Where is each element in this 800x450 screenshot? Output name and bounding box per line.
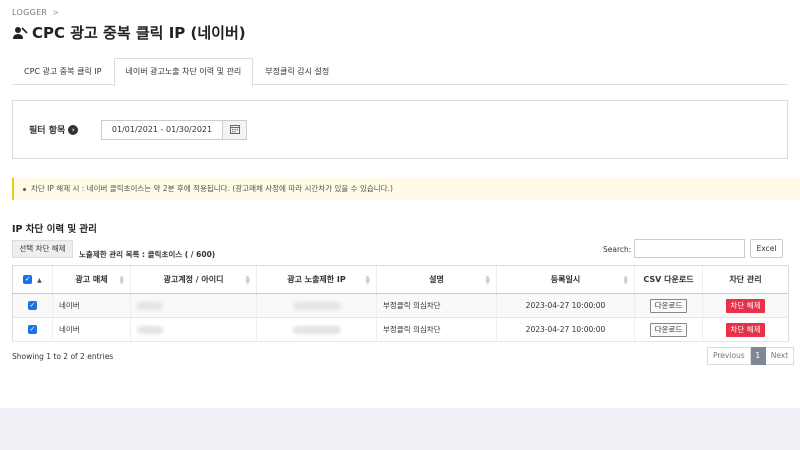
col-account-label: 광고계정 / 아이디 <box>163 275 224 284</box>
previous-page-button[interactable]: Previous <box>707 347 751 365</box>
col-media-label: 광고 매체 <box>75 275 108 284</box>
unblock-button[interactable]: 차단 해제 <box>725 298 766 313</box>
select-all-checkbox[interactable]: ✓ <box>23 275 33 284</box>
filter-label-text: 필터 항목 <box>29 126 66 136</box>
date-range-input[interactable]: 01/01/2021 - 01/30/2021 <box>101 120 222 140</box>
next-page-button[interactable]: Next <box>765 347 795 365</box>
ip-cell <box>256 293 377 318</box>
search-label: Search: <box>603 245 632 254</box>
filter-label: 필터 항목 › <box>29 123 79 136</box>
sort-icon: ▲ ▼ <box>485 274 490 286</box>
redacted-ip <box>292 302 341 310</box>
row-select-cell: ✓ <box>12 293 53 318</box>
select-all-header[interactable]: ✓ ▲ <box>12 265 53 294</box>
search-input[interactable] <box>634 239 745 258</box>
ip-cell <box>256 317 377 342</box>
account-cell <box>130 317 257 342</box>
redacted-account <box>137 302 163 310</box>
table-header-row: ✓ ▲ 광고 매체 ▲ ▼ 광고계정 / 아이디 ▲ ▼ 광고 노출제한 IP ▲ ▼ 설명… <box>12 265 789 294</box>
page-1-button[interactable]: 1 <box>750 347 766 365</box>
col-ip[interactable]: 광고 노출제한 IP ▲ ▼ <box>256 265 377 294</box>
download-cell: 다운로드 <box>634 293 703 318</box>
bullet-icon <box>23 187 26 191</box>
page-footer-area <box>0 408 800 450</box>
section-title: IP 차단 이력 및 관리 <box>12 224 97 235</box>
row-checkbox[interactable]: ✓ <box>28 301 37 311</box>
filter-panel: 필터 항목 › 01/01/2021 - 01/30/2021 <box>12 100 788 159</box>
col-description[interactable]: 설명 ▲ ▼ <box>376 265 497 294</box>
media-cell: 네이버 <box>52 317 131 342</box>
col-csv-download[interactable]: CSV 다운로드 <box>634 265 703 294</box>
calendar-icon <box>229 124 240 136</box>
col-registered[interactable]: 등록일시 ▲ ▼ <box>496 265 635 294</box>
col-media[interactable]: 광고 매체 ▲ ▼ <box>52 265 131 294</box>
col-block-manage-label: 차단 관리 <box>729 275 762 284</box>
excel-button[interactable]: Excel <box>750 239 783 258</box>
account-cell <box>130 293 257 318</box>
notice-banner: 차단 IP 해제 시 : 네이버 클릭초이스는 약 2분 후에 적용됩니다. (… <box>12 178 800 200</box>
col-registered-label: 등록일시 <box>550 275 581 284</box>
csv-download-button[interactable]: 다운로드 <box>649 322 688 337</box>
row-checkbox[interactable]: ✓ <box>28 325 37 335</box>
sort-icon: ▲ ▼ <box>245 274 250 286</box>
redacted-account <box>137 326 163 334</box>
unblock-cell: 차단 해제 <box>702 317 789 342</box>
unblock-button[interactable]: 차단 해제 <box>725 322 766 337</box>
table-row: ✓ 네이버 부정클릭 의심차단 2023-04-27 10:00:00 다운로드… <box>12 317 789 342</box>
release-selected-button[interactable]: 선택 차단 해제 <box>12 240 73 258</box>
sort-icon: ▲ ▼ <box>623 274 628 286</box>
col-ip-label: 광고 노출제한 IP <box>287 275 346 284</box>
entries-info: Showing 1 to 2 of 2 entries <box>12 352 114 361</box>
page: LOGGER > CPC 광고 중복 클릭 IP (네이버) CPC 광고 중복 … <box>0 0 800 450</box>
download-cell: 다운로드 <box>634 317 703 342</box>
tab-bar: CPC 광고 중복 클릭 IP 네이버 광고노출 차단 이력 및 관리 부정클릭… <box>12 58 788 86</box>
sort-icon: ▲ ▼ <box>365 274 370 286</box>
description-cell: 부정클릭 의심차단 <box>376 293 497 318</box>
sort-asc-icon: ▲ <box>37 277 42 284</box>
list-info: 노출제한 관리 목록 : 클릭초이스 ( / 600) <box>79 250 216 259</box>
page-title: CPC 광고 중복 클릭 IP (네이버) <box>12 22 246 43</box>
table-row: ✓ 네이버 부정클릭 의심차단 2023-04-27 10:00:00 다운로드… <box>12 293 789 318</box>
redacted-ip <box>292 326 341 334</box>
registered-cell: 2023-04-27 10:00:00 <box>496 293 635 318</box>
tab-cpc-duplicate-ip[interactable]: CPC 광고 중복 클릭 IP <box>12 58 114 85</box>
breadcrumb-root[interactable]: LOGGER <box>12 8 47 17</box>
breadcrumb: LOGGER > <box>12 8 59 17</box>
row-select-cell: ✓ <box>12 317 53 342</box>
sort-icon: ▲ ▼ <box>119 274 124 286</box>
pagination: Previous 1 Next <box>707 347 795 365</box>
arrow-circle-right-icon: › <box>68 124 79 135</box>
tab-naver-block-history[interactable]: 네이버 광고노출 차단 이력 및 관리 <box>113 58 254 86</box>
registered-cell: 2023-04-27 10:00:00 <box>496 317 635 342</box>
col-csv-download-label: CSV 다운로드 <box>643 275 694 284</box>
breadcrumb-separator: > <box>52 8 60 17</box>
unblock-cell: 차단 해제 <box>702 293 789 318</box>
page-title-text: CPC 광고 중복 클릭 IP (네이버) <box>32 24 246 42</box>
description-cell: 부정클릭 의심차단 <box>376 317 497 342</box>
media-cell: 네이버 <box>52 293 131 318</box>
csv-download-button[interactable]: 다운로드 <box>649 298 688 313</box>
col-account[interactable]: 광고계정 / 아이디 ▲ ▼ <box>130 265 257 294</box>
calendar-button[interactable] <box>222 120 247 140</box>
user-block-icon <box>12 25 28 41</box>
col-block-manage[interactable]: 차단 관리 <box>702 265 789 294</box>
block-history-table: ✓ ▲ 광고 매체 ▲ ▼ 광고계정 / 아이디 ▲ ▼ 광고 노출제한 IP ▲ ▼ 설명… <box>12 265 789 342</box>
tab-fraud-monitor-settings[interactable]: 부정클릭 감시 설정 <box>253 58 341 85</box>
notice-text: 차단 IP 해제 시 : 네이버 클릭초이스는 약 2분 후에 적용됩니다. (… <box>31 184 393 193</box>
col-description-label: 설명 <box>429 275 444 284</box>
